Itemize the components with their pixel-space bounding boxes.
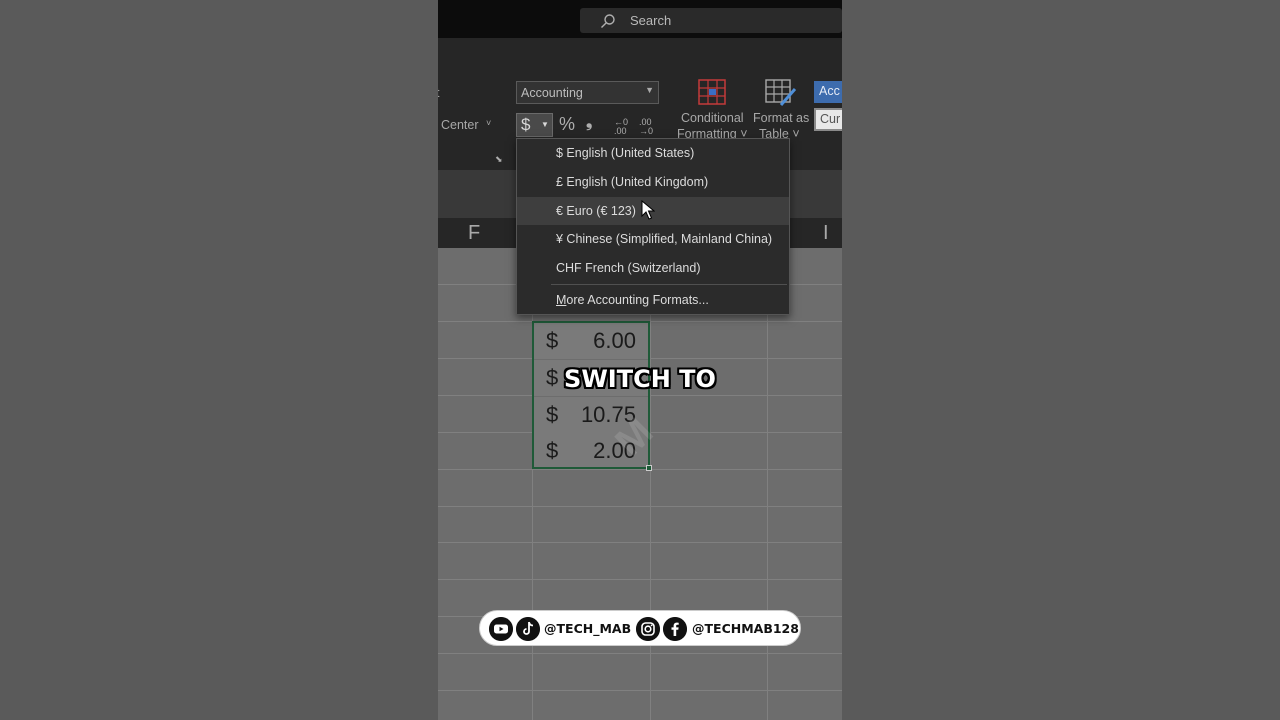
right-backdrop: [842, 0, 1280, 720]
instagram-icon: [636, 617, 660, 641]
grid-line: [532, 248, 533, 720]
dollar-icon: $: [521, 115, 531, 134]
grid-line: [438, 542, 842, 543]
handle-tech-mab: @TECH_MAB: [544, 621, 632, 636]
left-backdrop: [0, 0, 438, 720]
accounting-format-menu: $ English (United States) £ English (Uni…: [516, 138, 790, 315]
title-bar: Search: [438, 0, 842, 38]
column-header-i[interactable]: I: [823, 222, 829, 245]
menu-item-cny[interactable]: ¥ Chinese (Simplified, Mainland China): [517, 225, 789, 253]
menu-item-gbp[interactable]: £ English (United Kingdom): [517, 168, 789, 196]
tiktok-icon: [516, 617, 540, 641]
grid-line: [438, 690, 842, 691]
facebook-icon: [663, 617, 687, 641]
menu-item-usd[interactable]: $ English (United States): [517, 139, 789, 167]
search-icon: [601, 14, 615, 28]
grid-line: [438, 653, 842, 654]
search-box[interactable]: Search: [580, 8, 842, 33]
menu-separator: [551, 284, 787, 285]
number-format-value: Accounting: [521, 86, 583, 100]
grid-line: [438, 579, 842, 580]
menu-item-chf[interactable]: CHF French (Switzerland): [517, 254, 789, 282]
number-format-dropdown[interactable]: Accounting ▼: [516, 81, 659, 104]
search-label: Search: [630, 13, 672, 28]
chevron-down-icon: ▼: [645, 85, 654, 95]
grid-line: [650, 248, 651, 720]
format-as-table-icon[interactable]: [765, 79, 797, 107]
fill-handle[interactable]: [646, 465, 652, 471]
decrease-decimal-button[interactable]: .00 →0: [639, 118, 659, 136]
conditional-formatting-icon[interactable]: [698, 79, 726, 105]
menu-item-more-label: ore Accounting Formats...: [566, 293, 709, 307]
chevron-down-icon[interactable]: ˅: [486, 118, 491, 128]
format-as-table-label[interactable]: Format as: [753, 111, 809, 125]
column-header-f[interactable]: F: [468, 222, 480, 245]
increase-decimal-button[interactable]: ←0 .00: [614, 118, 634, 136]
youtube-icon: [489, 617, 513, 641]
percent-style-button[interactable]: %: [559, 114, 575, 135]
worksheet-grid[interactable]: [438, 248, 842, 720]
comma-style-button[interactable]: ❟: [586, 114, 592, 132]
menu-item-more-formats[interactable]: More Accounting Formats...: [517, 286, 789, 314]
cell-style-currency[interactable]: Cur: [814, 108, 842, 131]
dialog-launcher-icon[interactable]: ⬊: [495, 154, 503, 165]
grid-line: [438, 506, 842, 507]
grid-line: [438, 469, 842, 470]
ribbon-fragment: t: [438, 86, 439, 100]
social-handles-banner: @TECH_MAB @TECHMAB128: [479, 610, 801, 646]
chevron-down-icon: ▼: [541, 120, 549, 129]
menu-accelerator: M: [556, 293, 567, 307]
mouse-pointer-icon: [641, 200, 655, 220]
handle-techmab128: @TECHMAB128: [692, 621, 799, 636]
video-caption: SWITCH TO: [564, 365, 716, 393]
cell-style-accounting[interactable]: Acc: [814, 81, 842, 103]
grid-line: [767, 248, 768, 720]
merge-center-button[interactable]: Center: [441, 118, 479, 132]
conditional-formatting-label[interactable]: Conditional: [681, 111, 744, 125]
accounting-format-button[interactable]: $ ▼: [516, 113, 553, 137]
